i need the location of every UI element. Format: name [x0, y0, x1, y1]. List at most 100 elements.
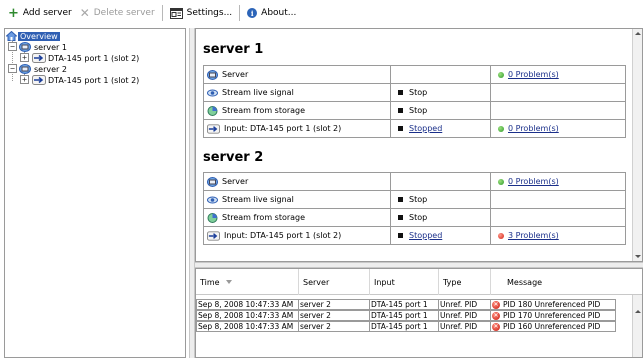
- status-row-input: Input: DTA-145 port 1 (slot 2) Stopped 3…: [203, 226, 626, 245]
- storage-stream-icon: [207, 212, 218, 223]
- column-label: Type: [443, 277, 462, 287]
- delete-server-label: Delete server: [93, 8, 155, 18]
- row-label: Stream live signal: [222, 195, 294, 204]
- column-header-type[interactable]: Type: [439, 269, 491, 295]
- collapse-toggle[interactable]: −: [8, 64, 17, 73]
- toolbar: + Add server ✕ Delete server Settings...…: [0, 0, 643, 26]
- status-row-input: Input: DTA-145 port 1 (slot 2) Stopped 0…: [203, 119, 626, 138]
- input-arrow-icon: [32, 53, 46, 63]
- add-server-button[interactable]: + Add server: [4, 3, 76, 23]
- log-message-cell: ✕ PID 170 Unreferenced PID: [491, 310, 616, 321]
- column-header-server[interactable]: Server: [299, 269, 370, 295]
- sort-descending-icon: [225, 280, 232, 284]
- about-button[interactable]: i About...: [243, 3, 300, 23]
- problems-link[interactable]: 3 Problem(s): [508, 231, 559, 240]
- log-scrollbar[interactable]: [632, 295, 642, 357]
- error-icon: ✕: [492, 300, 500, 309]
- stopped-icon: [398, 126, 403, 131]
- log-row[interactable]: Sep 8, 2008 10:47:33 AM server 2 DTA-145…: [196, 310, 616, 321]
- stop-button[interactable]: Stop: [409, 213, 427, 222]
- stopped-link[interactable]: Stopped: [409, 124, 442, 133]
- column-header-input[interactable]: Input: [370, 269, 439, 295]
- overview-scrollbar[interactable]: [632, 29, 642, 261]
- error-icon: ✕: [492, 322, 500, 331]
- eye-icon: [207, 196, 218, 203]
- ok-status-icon: [498, 71, 504, 78]
- tree-input-label: DTA-145 port 1 (slot 2): [48, 53, 140, 63]
- status-row-server: Server 0 Problem(s): [203, 172, 626, 191]
- tree-server-label: server 2: [34, 64, 67, 74]
- column-header-message[interactable]: Message: [491, 269, 621, 295]
- settings-label: Settings...: [186, 8, 233, 18]
- settings-button[interactable]: Settings...: [166, 3, 237, 23]
- stop-icon: [398, 90, 403, 95]
- log-server: server 2: [299, 299, 370, 310]
- status-row-server: Server 0 Problem(s): [203, 65, 626, 84]
- eye-icon: [207, 89, 218, 96]
- server-status-table: Server 0 Problem(s) Stream live signal S…: [203, 172, 626, 245]
- ok-status-icon: [498, 178, 504, 185]
- scroll-up-icon[interactable]: [635, 310, 641, 313]
- log-type: Unref. PID: [439, 310, 491, 321]
- server-tree[interactable]: Overview − server 1 + DTA-145 port 1 (sl…: [4, 28, 186, 358]
- log-message: PID 160 Unreferenced PID: [503, 322, 601, 331]
- server-icon: [207, 69, 218, 80]
- scroll-up-icon[interactable]: [635, 32, 641, 35]
- stopped-link[interactable]: Stopped: [409, 231, 442, 240]
- delete-server-button[interactable]: ✕ Delete server: [76, 3, 159, 23]
- row-label: Input: DTA-145 port 1 (slot 2): [224, 124, 342, 133]
- log-type: Unref. PID: [439, 321, 491, 332]
- tree-item-input[interactable]: DTA-145 port 1 (slot 2): [32, 75, 139, 85]
- problems-link[interactable]: 0 Problem(s): [508, 177, 559, 186]
- toolbar-separator: [161, 5, 163, 21]
- tree-input-label: DTA-145 port 1 (slot 2): [48, 75, 140, 85]
- log-server: server 2: [299, 321, 370, 332]
- input-arrow-icon: [207, 230, 220, 241]
- problems-link[interactable]: 0 Problem(s): [508, 70, 559, 79]
- row-label: Server: [222, 70, 249, 79]
- stop-icon: [398, 215, 403, 220]
- stop-icon: [398, 108, 403, 113]
- ok-status-icon: [498, 125, 504, 132]
- log-header: Time Server Input Type Message: [196, 269, 642, 295]
- scroll-down-icon[interactable]: [635, 255, 641, 258]
- row-label: Stream live signal: [222, 88, 294, 97]
- error-status-icon: [498, 232, 504, 239]
- tree-item-input[interactable]: DTA-145 port 1 (slot 2): [32, 53, 139, 63]
- expand-toggle[interactable]: +: [20, 53, 29, 62]
- log-row[interactable]: Sep 8, 2008 10:47:33 AM server 2 DTA-145…: [196, 299, 616, 310]
- log-type: Unref. PID: [439, 299, 491, 310]
- stop-button[interactable]: Stop: [409, 106, 427, 115]
- status-row-storage: Stream from storage Stop: [203, 101, 626, 120]
- server-icon: [207, 176, 218, 187]
- tree-item-overview[interactable]: Overview: [6, 31, 60, 41]
- server-status-table: Server 0 Problem(s) Stream live signal S…: [203, 65, 626, 138]
- tree-item-server-1[interactable]: server 1: [19, 42, 67, 52]
- about-label: About...: [261, 8, 297, 18]
- log-server: server 2: [299, 310, 370, 321]
- info-icon: i: [247, 8, 258, 18]
- collapse-toggle[interactable]: −: [8, 42, 17, 51]
- row-label: Server: [222, 177, 249, 186]
- tree-item-server-2[interactable]: server 2: [19, 64, 67, 74]
- row-label: Stream from storage: [222, 106, 306, 115]
- column-label: Time: [200, 277, 220, 287]
- expand-toggle[interactable]: +: [20, 75, 29, 84]
- message-log: Time Server Input Type Message Sep 8, 20…: [195, 268, 643, 358]
- stop-button[interactable]: Stop: [409, 195, 427, 204]
- log-input: DTA-145 port 1: [370, 310, 439, 321]
- problems-link[interactable]: 0 Problem(s): [508, 124, 559, 133]
- server-title: server 2: [203, 150, 264, 165]
- settings-window-icon: [169, 7, 183, 19]
- column-label: Server: [303, 277, 330, 287]
- column-header-time[interactable]: Time: [196, 269, 299, 295]
- log-time: Sep 8, 2008 10:47:33 AM: [196, 321, 299, 332]
- log-input: DTA-145 port 1: [370, 321, 439, 332]
- log-message-cell: ✕ PID 160 Unreferenced PID: [491, 321, 616, 332]
- error-icon: ✕: [492, 311, 500, 320]
- row-label: Input: DTA-145 port 1 (slot 2): [224, 231, 342, 240]
- log-row[interactable]: Sep 8, 2008 10:47:33 AM server 2 DTA-145…: [196, 321, 616, 332]
- storage-stream-icon: [207, 105, 218, 116]
- status-row-live: Stream live signal Stop: [203, 190, 626, 209]
- stop-button[interactable]: Stop: [409, 88, 427, 97]
